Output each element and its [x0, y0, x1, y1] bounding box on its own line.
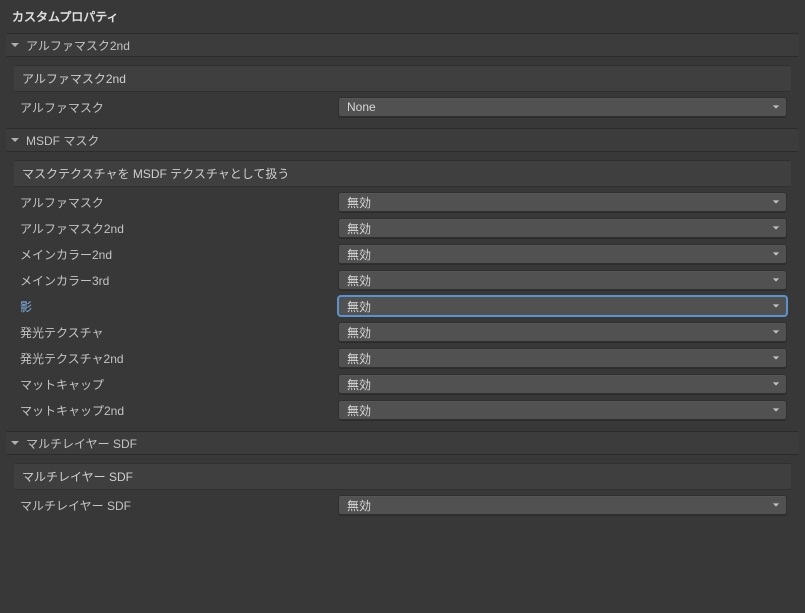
dropdown-value: 無効	[347, 220, 371, 237]
foldout-body-msdf-mask: マスクテクスチャを MSDF テクスチャとして扱う アルファマスク 無効 アルフ…	[6, 152, 799, 429]
dropdown-value: None	[347, 100, 376, 114]
label-main-color-2nd: メインカラー2nd	[18, 246, 338, 263]
chevron-down-icon	[772, 276, 780, 284]
dropdown-shadow[interactable]: 無効	[338, 296, 787, 316]
foldout-multilayer-sdf[interactable]: マルチレイヤー SDF	[6, 431, 799, 455]
dropdown-matcap-2nd[interactable]: 無効	[338, 400, 787, 420]
dropdown-value: 無効	[347, 246, 371, 263]
row-msdf-alpha-mask: アルファマスク 無効	[14, 191, 791, 213]
dropdown-msdf-alpha-mask-2nd[interactable]: 無効	[338, 218, 787, 238]
dropdown-emission-2nd[interactable]: 無効	[338, 348, 787, 368]
label-msdf-alpha-mask-2nd: アルファマスク2nd	[18, 220, 338, 237]
chevron-down-icon	[772, 406, 780, 414]
foldout-body-multilayer-sdf: マルチレイヤー SDF マルチレイヤー SDF 無効	[6, 455, 799, 524]
label-multilayer-sdf: マルチレイヤー SDF	[18, 497, 338, 514]
row-emission-2nd: 発光テクスチャ2nd 無効	[14, 347, 791, 369]
label-emission: 発光テクスチャ	[18, 324, 338, 341]
row-main-color-3rd: メインカラー3rd 無効	[14, 269, 791, 291]
chevron-down-icon	[10, 438, 20, 448]
dropdown-value: 無効	[347, 194, 371, 211]
foldout-alpha-mask-2nd[interactable]: アルファマスク2nd	[6, 33, 799, 57]
chevron-down-icon	[772, 250, 780, 258]
row-multilayer-sdf: マルチレイヤー SDF 無効	[14, 494, 791, 516]
chevron-down-icon	[10, 135, 20, 145]
row-emission: 発光テクスチャ 無効	[14, 321, 791, 343]
chevron-down-icon	[772, 354, 780, 362]
dropdown-matcap[interactable]: 無効	[338, 374, 787, 394]
foldout-msdf-mask[interactable]: MSDF マスク	[6, 128, 799, 152]
foldout-label: MSDF マスク	[26, 132, 99, 149]
chevron-down-icon	[772, 198, 780, 206]
chevron-down-icon	[772, 380, 780, 388]
dropdown-value: 無効	[347, 350, 371, 367]
page-title: カスタムプロパティ	[6, 4, 799, 31]
foldout-label: マルチレイヤー SDF	[26, 435, 137, 452]
dropdown-value: 無効	[347, 402, 371, 419]
dropdown-alpha-mask[interactable]: None	[338, 97, 787, 117]
chevron-down-icon	[772, 328, 780, 336]
row-matcap: マットキャップ 無効	[14, 373, 791, 395]
row-main-color-2nd: メインカラー2nd 無効	[14, 243, 791, 265]
dropdown-value: 無効	[347, 376, 371, 393]
label-matcap: マットキャップ	[18, 376, 338, 393]
dropdown-value: 無効	[347, 497, 371, 514]
foldout-body-alpha-mask-2nd: アルファマスク2nd アルファマスク None	[6, 57, 799, 126]
label-main-color-3rd: メインカラー3rd	[18, 272, 338, 289]
dropdown-value: 無効	[347, 298, 371, 315]
chevron-down-icon	[772, 103, 780, 111]
subheader-multilayer-sdf: マルチレイヤー SDF	[14, 463, 791, 490]
chevron-down-icon	[772, 302, 780, 310]
dropdown-main-color-3rd[interactable]: 無効	[338, 270, 787, 290]
subheader-msdf-mask: マスクテクスチャを MSDF テクスチャとして扱う	[14, 160, 791, 187]
row-matcap-2nd: マットキャップ2nd 無効	[14, 399, 791, 421]
label-alpha-mask: アルファマスク	[18, 99, 338, 116]
chevron-down-icon	[772, 501, 780, 509]
chevron-down-icon	[10, 40, 20, 50]
label-shadow: 影	[18, 298, 338, 315]
dropdown-value: 無効	[347, 272, 371, 289]
subheader-alpha-mask-2nd: アルファマスク2nd	[14, 65, 791, 92]
row-msdf-alpha-mask-2nd: アルファマスク2nd 無効	[14, 217, 791, 239]
chevron-down-icon	[772, 224, 780, 232]
label-msdf-alpha-mask: アルファマスク	[18, 194, 338, 211]
dropdown-main-color-2nd[interactable]: 無効	[338, 244, 787, 264]
dropdown-multilayer-sdf[interactable]: 無効	[338, 495, 787, 515]
label-emission-2nd: 発光テクスチャ2nd	[18, 350, 338, 367]
row-shadow: 影 無効	[14, 295, 791, 317]
dropdown-value: 無効	[347, 324, 371, 341]
row-alpha-mask: アルファマスク None	[14, 96, 791, 118]
label-matcap-2nd: マットキャップ2nd	[18, 402, 338, 419]
dropdown-emission[interactable]: 無効	[338, 322, 787, 342]
dropdown-msdf-alpha-mask[interactable]: 無効	[338, 192, 787, 212]
foldout-label: アルファマスク2nd	[26, 37, 130, 54]
